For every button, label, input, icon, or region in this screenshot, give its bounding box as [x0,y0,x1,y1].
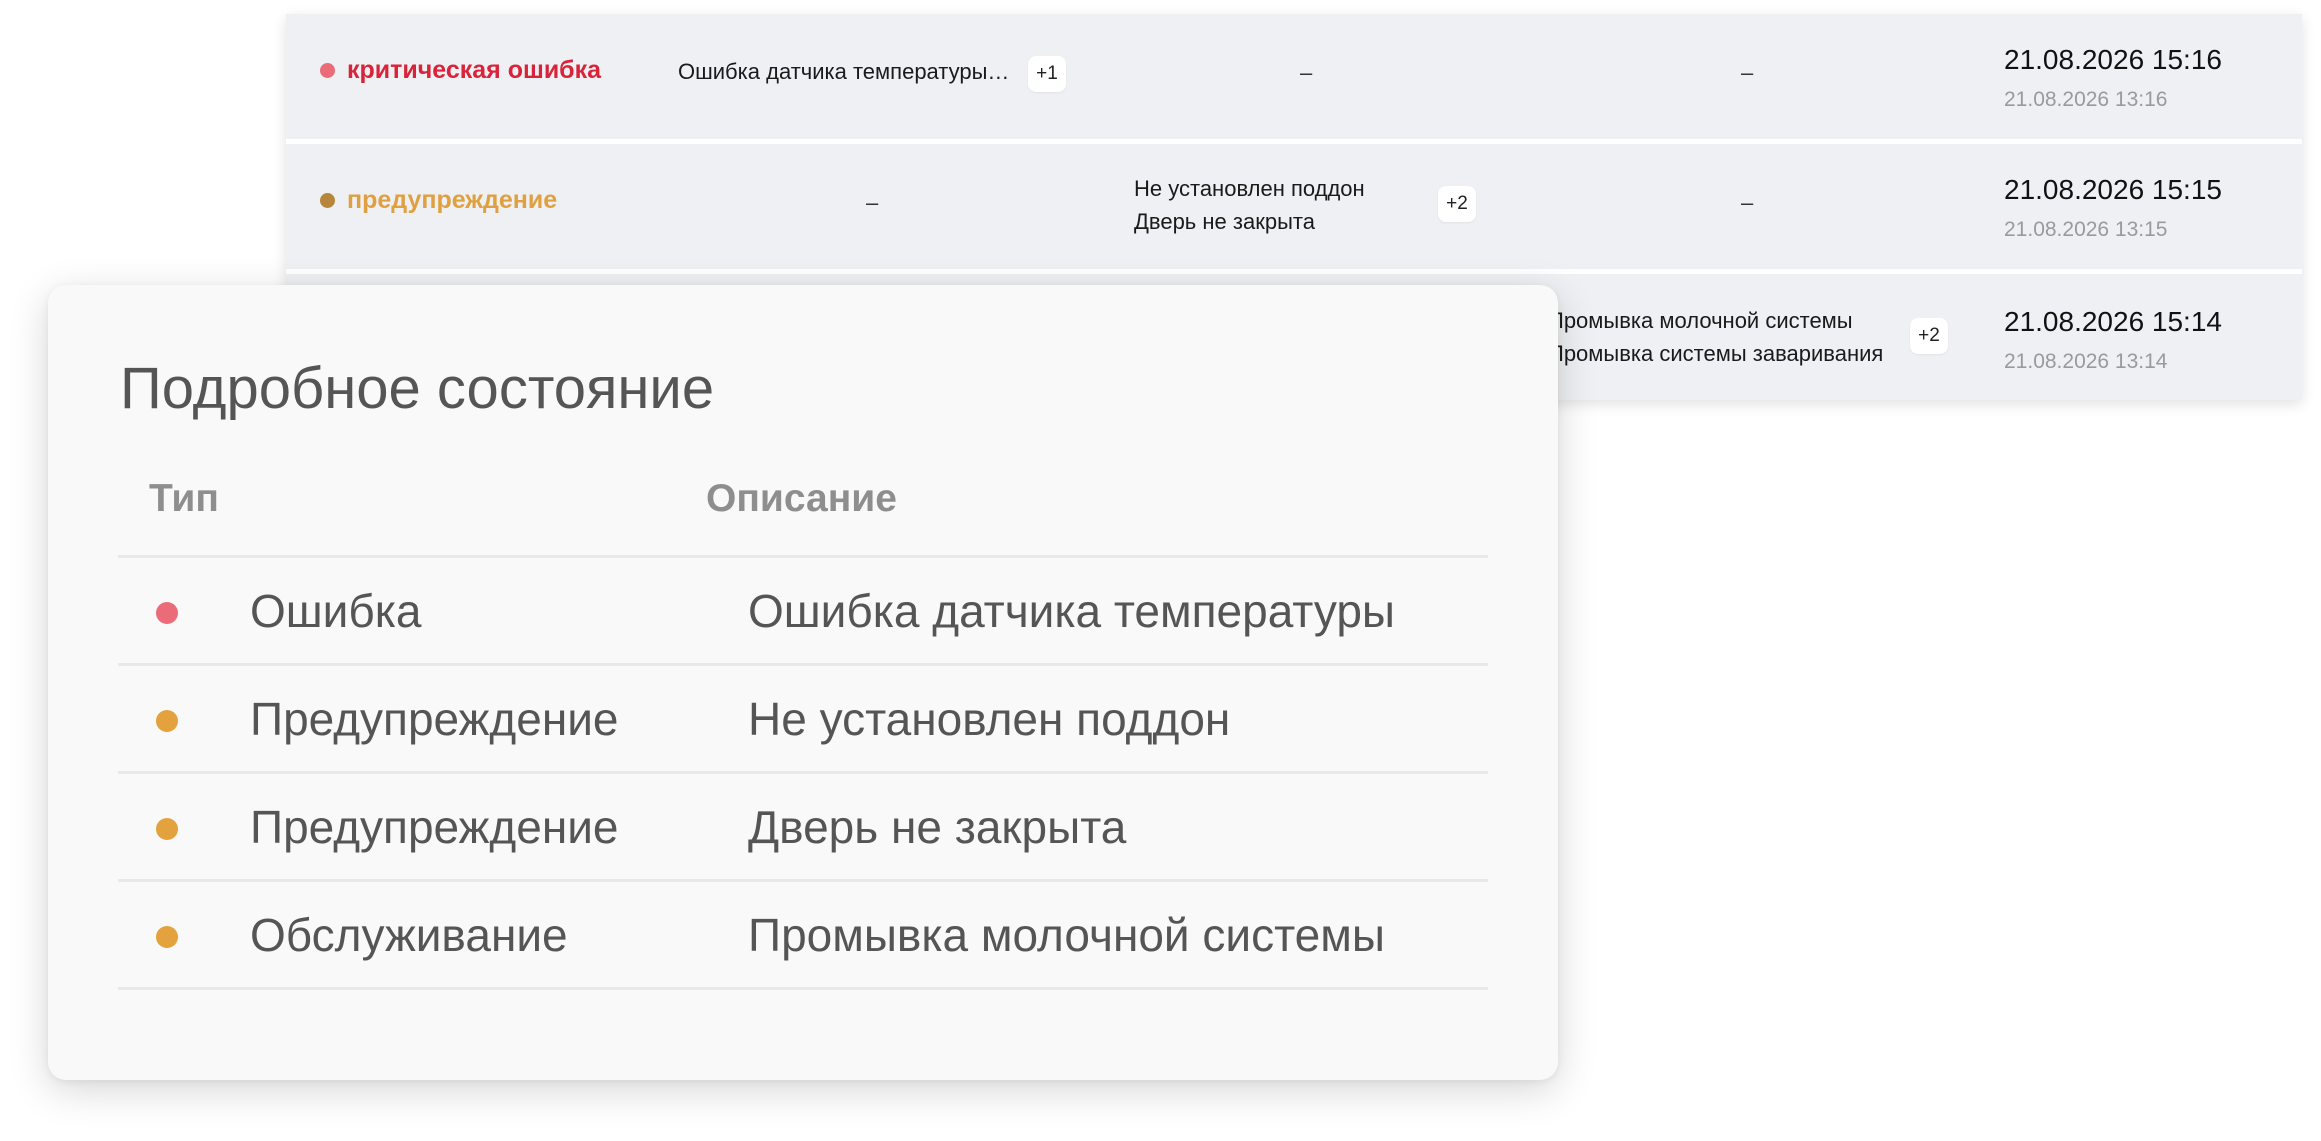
event-time-local: 21.08.2026 13:16 [2004,88,2168,111]
status-warning: предупреждение [320,186,557,215]
list-item: Обслуживание Промывка молочной системы [118,882,1488,987]
status-label: предупреждение [347,186,558,214]
row-description: Не установлен поддон [748,693,1231,745]
error-text: Ошибка датчика температуры… [678,59,1010,84]
maintenance-text: Промывка молочной системы [1548,308,1853,333]
warnings-cell: Не установлен поддон Дверь не закрыта [1134,172,1365,238]
critical-dot-icon [320,63,335,78]
column-header-type: Тип [149,477,219,520]
more-maintenance-badge[interactable]: +2 [1910,318,1948,354]
warnings-empty: – [1300,60,1313,85]
row-type: Предупреждение [250,801,619,853]
table-row[interactable]: критическая ошибка Ошибка датчика темпер… [286,14,2302,139]
warning-text: Дверь не закрыта [1134,209,1315,234]
status-label: критическая ошибка [347,56,602,84]
warning-dot-icon [320,193,335,208]
errors-cell: Ошибка датчика температуры… [678,59,1009,85]
row-description: Ошибка датчика температуры [748,585,1395,637]
error-dot-icon [156,602,178,624]
more-errors-badge[interactable]: +1 [1028,56,1066,92]
errors-empty: – [866,190,879,215]
list-item: Предупреждение Дверь не закрыта [118,774,1488,879]
card-title: Подробное состояние [120,356,715,421]
event-time: 21.08.2026 15:16 [2004,44,2222,75]
row-type: Ошибка [250,585,422,637]
warning-dot-icon [156,710,178,732]
status-critical: критическая ошибка [320,56,601,85]
maintenance-cell: Промывка молочной системы Промывка систе… [1548,304,1883,370]
table-row[interactable]: предупреждение – Не установлен поддон Дв… [286,144,2302,269]
maintenance-empty: – [1741,190,1754,215]
event-time-local: 21.08.2026 13:15 [2004,218,2168,241]
more-warnings-badge[interactable]: +2 [1438,186,1476,222]
row-type: Обслуживание [250,909,568,961]
row-description: Дверь не закрыта [748,801,1127,853]
row-type: Предупреждение [250,693,619,745]
warning-text: Не установлен поддон [1134,176,1365,201]
warning-dot-icon [156,818,178,840]
row-description: Промывка молочной системы [748,909,1385,961]
list-item: Ошибка Ошибка датчика температуры [118,558,1488,663]
maintenance-empty: – [1741,60,1754,85]
event-time: 21.08.2026 15:14 [2004,306,2222,337]
maintenance-text: Промывка системы заваривания [1548,341,1884,366]
maintenance-dot-icon [156,926,178,948]
column-header-description: Описание [706,477,897,520]
list-item: Предупреждение Не установлен поддон [118,666,1488,771]
status-details-card: Подробное состояние Тип Описание Ошибка … [48,285,1558,1080]
event-time-local: 21.08.2026 13:14 [2004,350,2168,373]
event-time: 21.08.2026 15:15 [2004,174,2222,205]
